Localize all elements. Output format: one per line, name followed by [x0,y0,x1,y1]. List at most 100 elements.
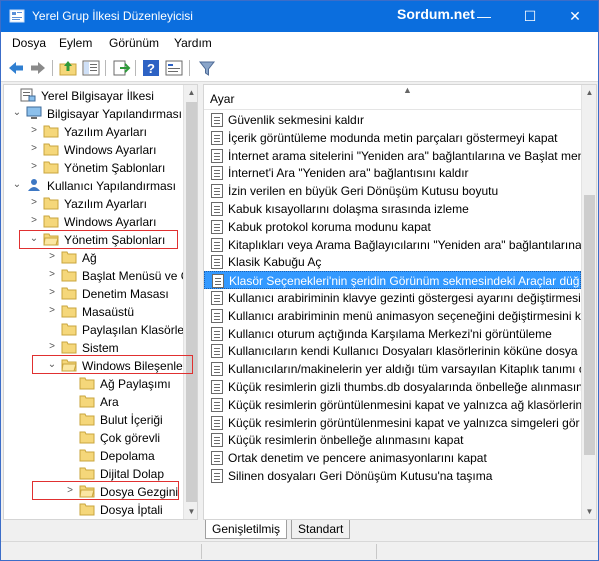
setting-row-selected[interactable]: Klasör Seçenekleri'nin şeridin Görünüm s… [204,271,581,290]
policy-setting-icon [211,166,223,181]
tree-item-label: Bulut İçeriği [100,413,163,427]
setting-row[interactable]: Kitaplıkları veya Arama Bağlayıcılarını … [204,236,581,254]
folder-icon [79,430,95,444]
up-folder-icon[interactable] [58,58,78,78]
expand-chevron-icon [47,323,57,335]
setting-row[interactable]: Ortak denetim ve pencere animasyonlarını… [204,449,581,467]
tab-standart[interactable]: Standart [291,520,351,539]
setting-row[interactable]: Klasik Kabuğu Aç [204,253,581,271]
policy-setting-icon [211,344,223,359]
setting-row[interactable]: Kullanıcı arabiriminin klavye gezinti gö… [204,289,581,307]
policy-setting-icon [211,237,223,252]
folder-icon [43,214,59,228]
filter-icon[interactable] [197,58,217,78]
setting-label: Kabuk kısayollarını dolaşma sırasında iz… [228,202,469,216]
setting-row[interactable]: Güvenlik sekmesini kaldır [204,111,581,129]
help-icon[interactable]: ? [141,58,161,78]
setting-row[interactable]: Küçük resimlerin önbelleğe alınmasını ka… [204,431,581,449]
expand-chevron-icon[interactable]: > [29,161,39,173]
back-arrow-icon[interactable] [6,58,26,78]
expand-chevron-icon [65,413,75,425]
scroll-thumb[interactable] [584,195,595,455]
expand-chevron-icon[interactable]: > [29,215,39,227]
settings-scrollbar[interactable]: ▲ ▼ [581,85,596,519]
tree-item-label: Depolama [100,449,155,463]
setting-label: İzin verilen en büyük Geri Dönüşüm Kutus… [228,184,499,199]
sort-arrow-icon: ▲ [403,85,412,95]
scroll-down-arrow-icon[interactable]: ▼ [184,504,197,519]
expand-chevron-icon[interactable]: > [47,341,57,353]
setting-row[interactable]: Küçük resimlerin görüntülenmesini kapat … [204,414,581,432]
setting-row[interactable]: İnternet'i Ara "Yeniden ara" bağlantısın… [204,164,581,182]
show-hide-tree-icon[interactable] [81,58,101,78]
export-list-icon[interactable] [111,58,131,78]
gpedit-window: Yerel Grup İlkesi Düzenleyicisi Sordum.n… [0,0,599,561]
policy-setting-icon [211,113,223,127]
setting-row[interactable]: İzin verilen en büyük Geri Dönüşüm Kutus… [204,182,581,200]
setting-row[interactable]: Kullanıcıların kendi Kullanıcı Dosyaları… [204,342,581,360]
expand-chevron-icon[interactable]: > [47,269,57,281]
setting-label: Küçük resimlerin görüntülenmesini kapat … [228,397,581,412]
folder-icon [43,142,59,156]
title-bar[interactable]: Yerel Grup İlkesi Düzenleyicisi Sordum.n… [1,1,598,32]
menu-eylem[interactable]: Eylem [59,36,92,50]
settings-pane[interactable]: ▲ Ayar Güvenlik sekmesini kaldır İçerik g… [203,84,597,520]
view-tabs: Genişletilmiş Standart [203,520,597,540]
collapse-chevron-icon[interactable]: ⌄ [12,107,22,119]
tree-scrollbar[interactable]: ▲ ▼ [183,85,197,519]
status-segment [201,544,202,559]
tab-genisletilmis[interactable]: Genişletilmiş [205,520,288,539]
expand-chevron-icon [65,395,75,407]
toolbar-separator [105,60,106,76]
minimize-button[interactable]: — [461,1,507,31]
setting-label: Kullanıcıların kendi Kullanıcı Dosyaları… [228,344,581,359]
expand-chevron-icon[interactable]: > [47,287,57,299]
computer-icon [26,106,42,120]
user-icon [26,178,42,192]
tree-pane[interactable]: Yerel Bilgisayar İlkesi ⌄ Bilgisayar Yapıl… [3,84,198,520]
scroll-up-arrow-icon[interactable]: ▲ [184,85,197,100]
folder-icon [61,268,77,282]
setting-row[interactable]: Kullanıcıların/makinelerin yer aldığı tü… [204,360,581,378]
expand-chevron-icon[interactable]: > [29,125,39,137]
setting-row[interactable]: Küçük resimlerin gizli thumbs.db dosyala… [204,378,581,396]
expand-chevron-icon [6,89,16,101]
forward-arrow-icon[interactable] [28,58,48,78]
tree-item-label: Başlat Menüsü ve G [82,269,191,283]
menu-yardim[interactable]: Yardım [174,36,212,50]
setting-label: Küçük resimlerin görüntülenmesini kapat … [228,415,580,430]
toolbar-separator [52,60,53,76]
tree-item-label: Ağ [82,251,97,265]
setting-row[interactable]: İnternet arama sitelerini "Yeniden ara" … [204,147,581,165]
expand-chevron-icon[interactable]: > [29,143,39,155]
policy-setting-icon [211,308,223,323]
setting-row[interactable]: Silinen dosyaları Geri Dönüşüm Kutusu'na… [204,467,581,485]
maximize-button[interactable]: ☐ [507,1,553,31]
setting-label: Kullanıcı oturum açtığında Karşılama Mer… [228,326,552,341]
setting-row[interactable]: Kabuk kısayollarını dolaşma sırasında iz… [204,200,581,218]
scroll-down-arrow-icon[interactable]: ▼ [582,504,596,519]
collapse-chevron-icon[interactable]: ⌄ [12,179,22,191]
expand-chevron-icon[interactable]: > [47,251,57,263]
setting-row[interactable]: İçerik görüntüleme modunda metin parçala… [204,129,581,147]
menu-gorunum[interactable]: Görünüm [109,36,159,50]
setting-label: Kitaplıkları veya Arama Bağlayıcılarını … [228,237,581,252]
setting-row[interactable]: Kullanıcı oturum açtığında Karşılama Mer… [204,325,581,343]
scroll-thumb[interactable] [186,102,197,502]
tree-item-label: Kullanıcı Yapılandırması [47,179,176,193]
scroll-up-arrow-icon[interactable]: ▲ [582,85,596,100]
properties-icon[interactable] [164,58,184,78]
folder-icon [61,322,77,336]
close-button[interactable]: ✕ [552,1,598,31]
expand-chevron-icon[interactable]: > [47,305,57,317]
setting-row[interactable]: Kullanıcı arabiriminin menü animasyon se… [204,307,581,325]
expand-chevron-icon[interactable]: > [29,197,39,209]
folder-icon [61,304,77,318]
expand-chevron-icon [65,377,75,389]
setting-row[interactable]: Kabuk protokol koruma modunu kapat [204,218,581,236]
policy-setting-icon [211,362,223,377]
setting-column-header[interactable]: ▲ Ayar [204,85,581,110]
setting-row[interactable]: Küçük resimlerin görüntülenmesini kapat … [204,396,581,414]
tree-item-label: Yazılım Ayarları [64,125,147,139]
menu-dosya[interactable]: Dosya [12,36,46,50]
